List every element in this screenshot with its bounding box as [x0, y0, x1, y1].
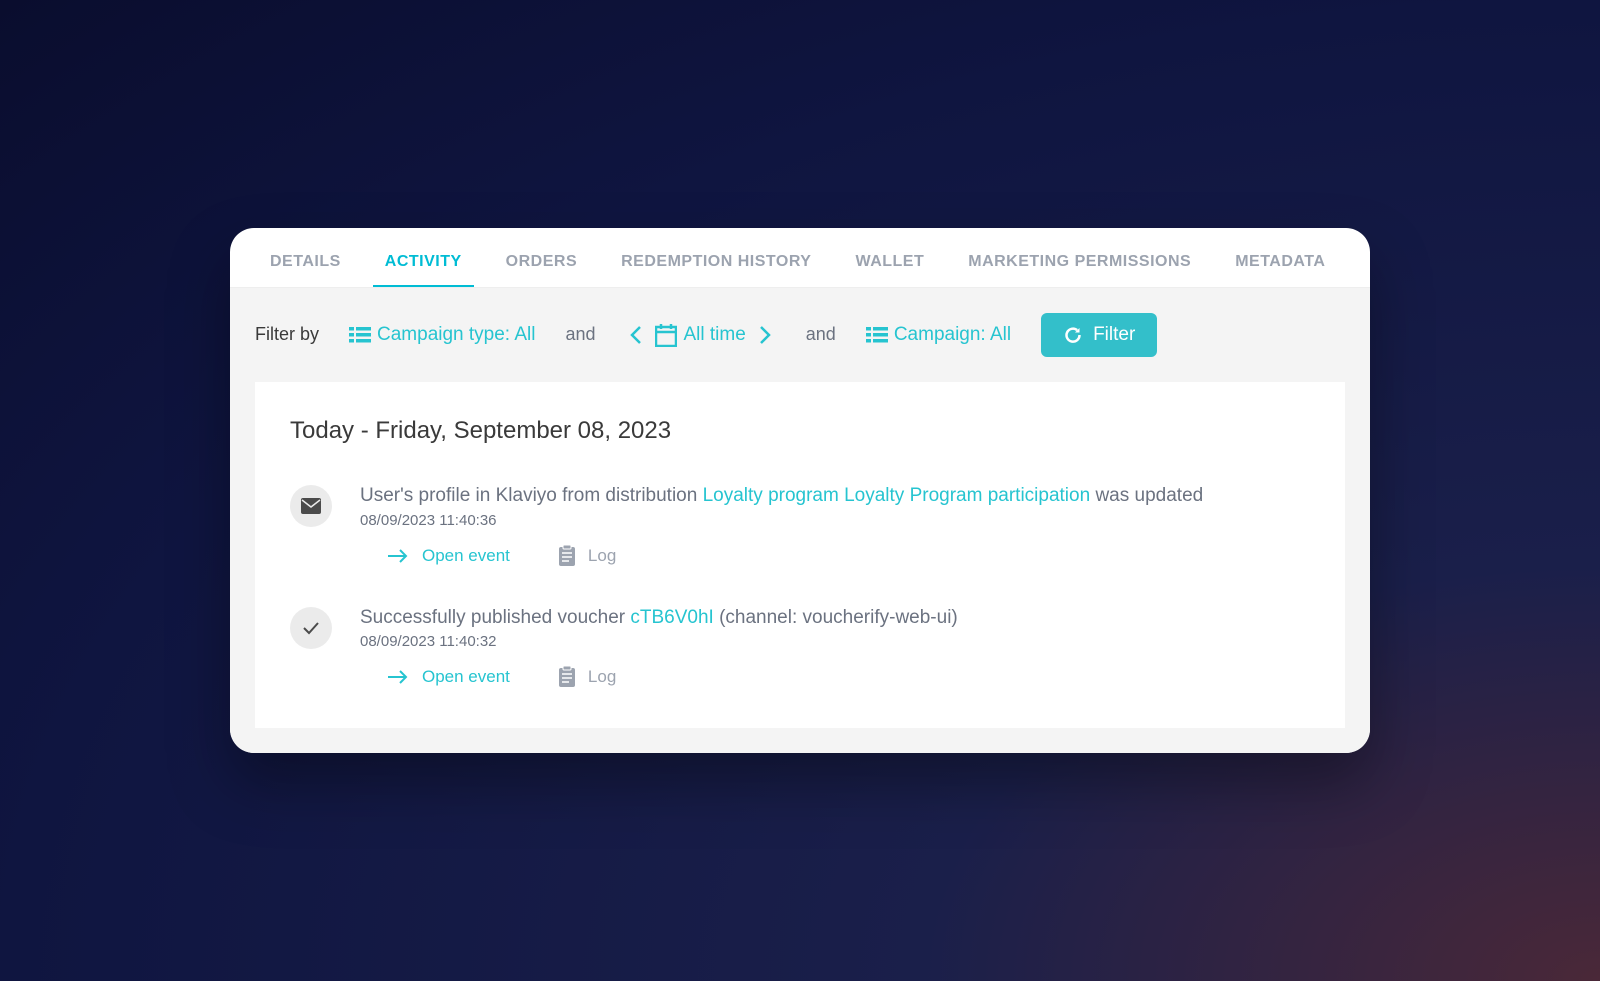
activity-event: User's profile in Klaviyo from distribut… [290, 483, 1310, 567]
list-icon [349, 326, 371, 344]
tab-details[interactable]: DETAILS [270, 228, 341, 287]
event-timestamp: 08/09/2023 11:40:32 [360, 633, 1310, 650]
open-event-button[interactable]: Open event [388, 667, 510, 687]
date-range-text: All time [683, 324, 745, 346]
date-heading: Today - Friday, September 08, 2023 [290, 417, 1310, 445]
event-body: Successfully published voucher cTB6V0hI … [360, 605, 1310, 689]
date-range-filter[interactable]: All time [655, 323, 745, 347]
distribution-link[interactable]: Loyalty program Loyalty Program particip… [703, 485, 1091, 506]
campaign-type-filter[interactable]: Campaign type: All [349, 324, 535, 346]
date-next-button[interactable] [754, 320, 776, 350]
filter-button-label: Filter [1093, 324, 1135, 346]
tab-marketing-permissions[interactable]: MARKETING PERMISSIONS [968, 228, 1191, 287]
tab-orders[interactable]: ORDERS [506, 228, 577, 287]
event-actions: Open event Log [360, 666, 1310, 688]
campaign-filter[interactable]: Campaign: All [866, 324, 1011, 346]
event-title: User's profile in Klaviyo from distribut… [360, 483, 1310, 510]
arrow-right-icon [388, 669, 408, 685]
tabs: DETAILS ACTIVITY ORDERS REDEMPTION HISTO… [230, 228, 1370, 288]
campaign-type-text: Campaign type: All [377, 324, 535, 346]
event-actions: Open event Log [360, 545, 1310, 567]
activity-event: Successfully published voucher cTB6V0hI … [290, 605, 1310, 689]
log-button[interactable]: Log [558, 666, 616, 688]
and-label-1: and [565, 324, 595, 345]
filter-bar: Filter by Campaign type: All and [230, 288, 1370, 382]
content-area: Today - Friday, September 08, 2023 User'… [230, 382, 1370, 753]
chevron-left-icon [629, 324, 643, 346]
date-range-group: All time [625, 320, 775, 350]
clipboard-icon [558, 666, 576, 688]
filter-button[interactable]: Filter [1041, 313, 1157, 357]
and-label-2: and [806, 324, 836, 345]
event-title: Successfully published voucher cTB6V0hI … [360, 605, 1310, 632]
arrow-right-icon [388, 548, 408, 564]
activity-card: DETAILS ACTIVITY ORDERS REDEMPTION HISTO… [230, 228, 1370, 753]
tab-wallet[interactable]: WALLET [855, 228, 924, 287]
voucher-link[interactable]: cTB6V0hI [630, 607, 713, 628]
date-prev-button[interactable] [625, 320, 647, 350]
open-event-button[interactable]: Open event [388, 546, 510, 566]
campaign-text: Campaign: All [894, 324, 1011, 346]
clipboard-icon [558, 545, 576, 567]
mail-icon [290, 485, 332, 527]
tab-metadata[interactable]: METADATA [1235, 228, 1325, 287]
tab-redemption-history[interactable]: REDEMPTION HISTORY [621, 228, 811, 287]
event-body: User's profile in Klaviyo from distribut… [360, 483, 1310, 567]
tab-activity[interactable]: ACTIVITY [385, 228, 462, 287]
list-icon [866, 326, 888, 344]
log-button[interactable]: Log [558, 545, 616, 567]
check-icon [290, 607, 332, 649]
event-timestamp: 08/09/2023 11:40:36 [360, 512, 1310, 529]
activity-panel: Today - Friday, September 08, 2023 User'… [255, 382, 1345, 728]
filter-by-label: Filter by [255, 324, 319, 345]
chevron-right-icon [758, 324, 772, 346]
refresh-icon [1063, 325, 1083, 345]
calendar-icon [655, 323, 677, 347]
